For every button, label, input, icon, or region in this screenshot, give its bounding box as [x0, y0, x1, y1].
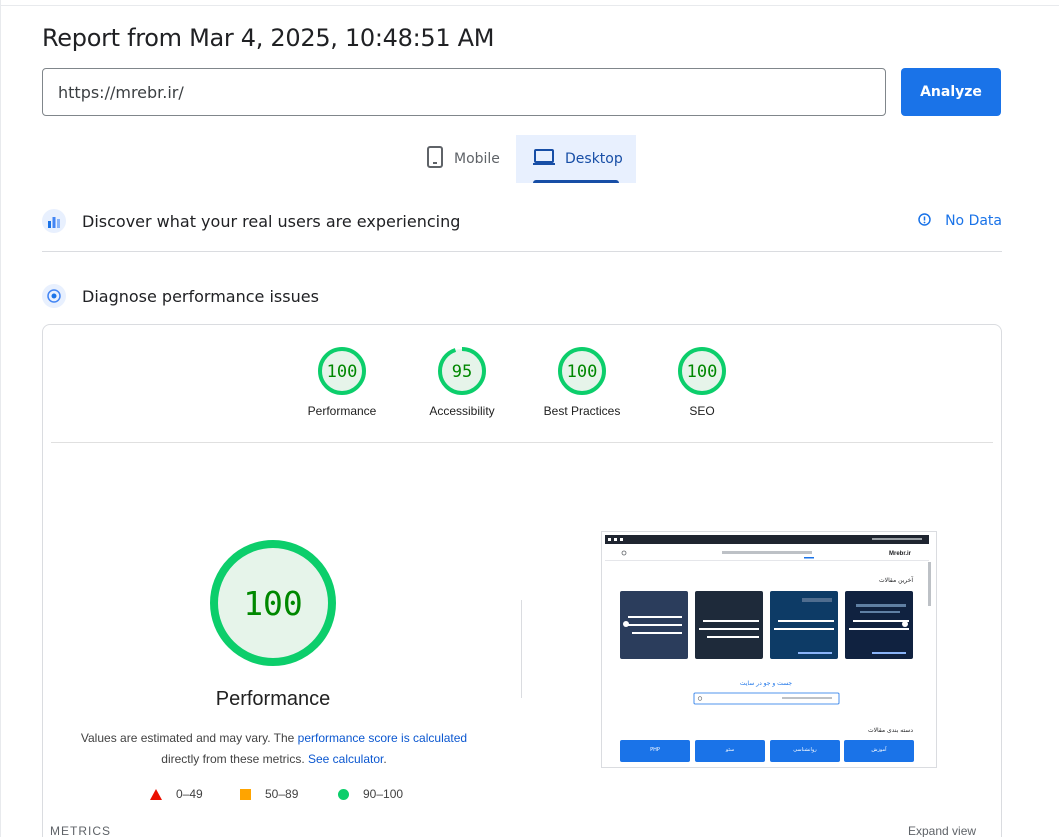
gauge-score: 100 [687, 362, 718, 382]
desc-text-3: . [383, 752, 387, 766]
score-gauge-performance[interactable]: 100 Performance [282, 346, 402, 418]
thumb-site-name: Mrebr.ir [889, 551, 912, 557]
thumb-latest-heading: آخرین مقالات [879, 575, 913, 584]
mobile-phone-icon [426, 146, 444, 172]
performance-description: Values are estimated and may vary. The p… [70, 728, 478, 770]
gauge-ring: 100 [318, 347, 366, 395]
desc-text-1: Values are estimated and may vary. The [80, 731, 298, 745]
tab-desktop-label: Desktop [565, 151, 623, 167]
desc-text-2: directly from these metrics. [161, 752, 308, 766]
gauge-score: 100 [327, 362, 358, 382]
score-gauge-best-practices[interactable]: 100 Best Practices [522, 346, 642, 418]
red-triangle-icon [150, 788, 162, 800]
score-gauge-seo[interactable]: 100 SEO [642, 346, 762, 418]
thumb-category-2: روانشناسی [793, 747, 817, 753]
gauge-label: Accessibility [429, 404, 495, 418]
gauge-score: 95 [452, 362, 472, 382]
real-users-section: Discover what your real users are experi… [42, 203, 1002, 239]
legend-pass: 90–100 [338, 787, 403, 801]
section-divider [42, 251, 1002, 252]
thumb-category-3: سئو [725, 747, 734, 753]
users-chart-icon [42, 209, 66, 233]
gauge-ring: 95 [438, 347, 486, 395]
diagnose-title: Diagnose performance issues [82, 286, 319, 306]
card-divider [51, 442, 993, 443]
page-screenshot-thumbnail: Mrebr.ir آخرین مقالات جست و جو در سایت د… [601, 531, 937, 768]
top-divider [0, 5, 1059, 6]
info-icon [918, 212, 931, 230]
tab-mobile-label: Mobile [454, 151, 500, 167]
thumb-search-heading: جست و جو در سایت [740, 680, 793, 687]
gauge-label: Performance [307, 404, 377, 418]
no-data-link[interactable]: No Data [918, 212, 1002, 230]
thumb-categories-heading: دسته بندی مقالات [868, 727, 913, 734]
performance-title: Performance [215, 688, 331, 710]
expand-view-link[interactable]: Expand view [908, 824, 976, 837]
diagnose-target-icon [42, 284, 66, 308]
performance-big-gauge: 100 [210, 540, 336, 666]
left-divider [0, 0, 1, 837]
diagnose-section: Diagnose performance issues [42, 278, 1002, 314]
see-calculator-link[interactable]: See calculator [308, 752, 383, 766]
score-calculated-link[interactable]: performance score is calculated [298, 731, 467, 745]
legend-average: 50–89 [240, 787, 298, 801]
analyze-button[interactable]: Analyze [901, 68, 1001, 116]
metrics-label: METRICS [50, 824, 111, 837]
report-title: Report from Mar 4, 2025, 10:48:51 AM [42, 24, 495, 52]
url-input[interactable] [42, 68, 886, 116]
gauge-score: 100 [567, 362, 598, 382]
desktop-monitor-icon [533, 148, 555, 170]
tab-desktop[interactable]: Desktop [516, 135, 636, 183]
legend-pass-label: 90–100 [363, 787, 404, 801]
legend-average-label: 50–89 [265, 787, 299, 801]
thumb-category-1: آموزش [871, 746, 887, 753]
green-circle-icon [338, 788, 349, 800]
tab-mobile[interactable]: Mobile [412, 135, 516, 183]
gauge-label: Best Practices [543, 404, 621, 418]
gauge-ring: 100 [678, 347, 726, 395]
orange-square-icon [240, 788, 251, 800]
gauge-label: SEO [689, 404, 715, 418]
vertical-divider [521, 600, 522, 698]
score-gauge-accessibility[interactable]: 95 Accessibility [402, 346, 522, 418]
legend-fail-label: 0–49 [176, 787, 203, 801]
thumb-category-4: PHP [650, 747, 660, 753]
no-data-label: No Data [945, 213, 1002, 229]
real-users-title: Discover what your real users are experi… [82, 211, 461, 231]
gauge-ring: 100 [558, 347, 606, 395]
legend-fail: 0–49 [150, 787, 203, 801]
big-gauge-score: 100 [243, 584, 303, 623]
